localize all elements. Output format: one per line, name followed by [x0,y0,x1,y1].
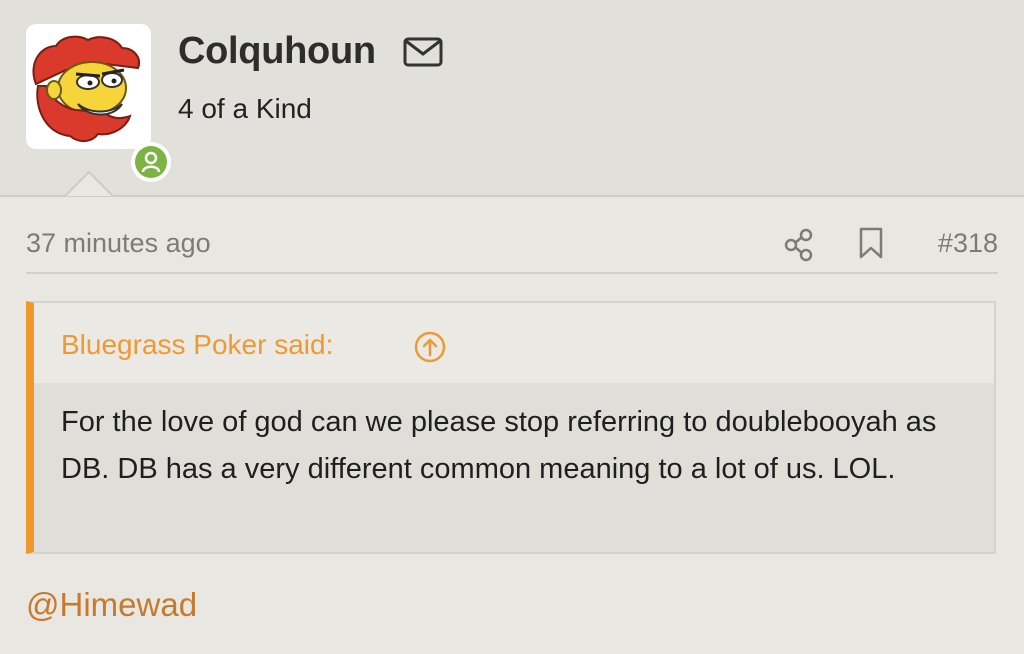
user-status-icon [141,151,161,173]
quote-author[interactable]: Bluegrass Poker said: [61,329,333,361]
post-timestamp[interactable]: 37 minutes ago [26,228,211,259]
avatar-image [32,35,140,142]
quote-block: Bluegrass Poker said: For the love of go… [26,301,996,554]
username[interactable]: Colquhoun [178,30,376,73]
arrow-up-circle-icon[interactable] [413,330,447,364]
user-title: 4 of a Kind [178,93,312,124]
user-mention-link[interactable]: @Himewad [26,586,197,624]
post-pointer-notch [65,171,113,197]
post-meta-bar: 37 minutes ago #318 [26,226,998,274]
post-number-link[interactable]: #318 [938,228,998,259]
mail-icon[interactable] [403,37,443,67]
share-icon[interactable] [784,228,814,262]
online-status-badge [131,142,171,182]
avatar[interactable] [26,24,171,182]
bookmark-icon[interactable] [858,226,884,260]
user-header: Colquhoun 4 of a Kind [0,0,1024,197]
quote-header: Bluegrass Poker said: [34,303,994,383]
quote-text: For the love of god can we please stop r… [61,406,937,485]
